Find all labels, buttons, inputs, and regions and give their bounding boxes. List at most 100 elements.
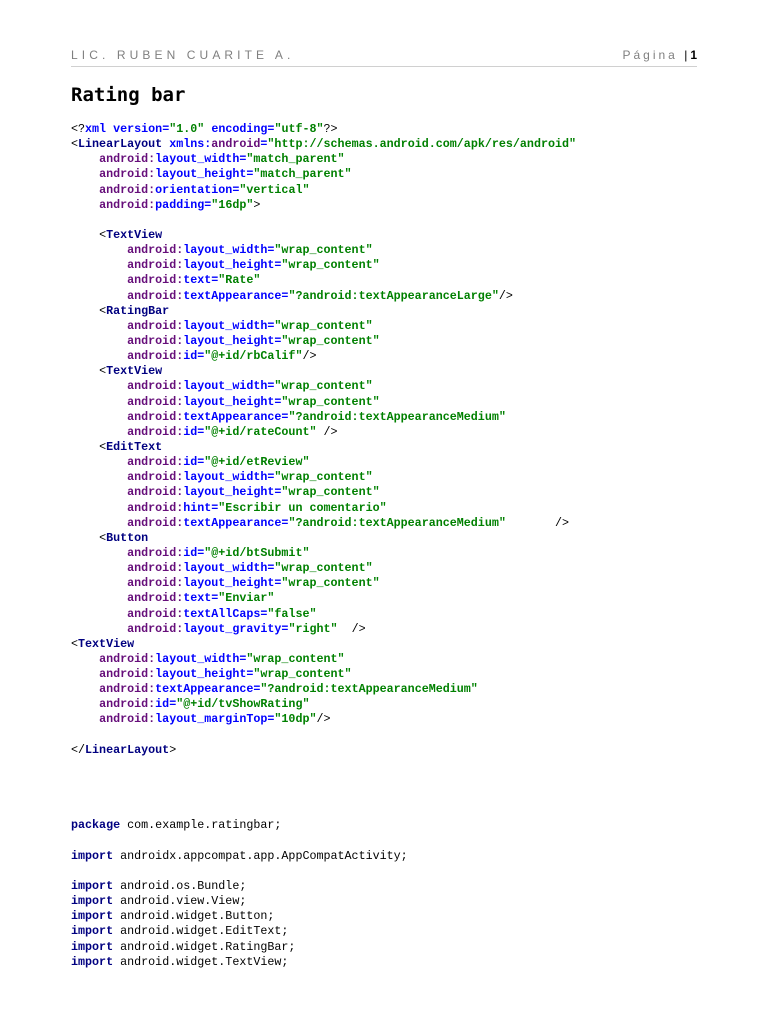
- code-line: android:id="@+id/tvShowRating": [71, 697, 576, 712]
- code-line: import android.view.View;: [71, 894, 576, 909]
- code-attr: textAppearance: [155, 682, 254, 697]
- code-value: "match_parent": [253, 167, 352, 182]
- code-namespace: android:: [99, 152, 156, 167]
- code-value: "10dp": [274, 712, 317, 727]
- code-namespace: android:: [127, 515, 184, 530]
- code-punct: />: [351, 621, 366, 636]
- code-tag: TextView: [106, 227, 163, 242]
- code-text: android.widget.EditText;: [113, 924, 289, 939]
- code-namespace: android:: [99, 667, 156, 682]
- code-attr: layout_width: [183, 243, 268, 258]
- code-text: android.view.View;: [113, 894, 247, 909]
- code-namespace: android:: [127, 409, 184, 424]
- code-line: <EditText: [71, 440, 576, 455]
- code-namespace: android:: [127, 424, 184, 439]
- code-value: "right": [288, 621, 338, 636]
- code-line: android:layout_gravity="right" />: [71, 622, 576, 637]
- code-namespace: android:: [99, 167, 156, 182]
- code-punct: />: [316, 712, 331, 727]
- code-attr: id: [155, 697, 170, 712]
- code-value: "wrap_content": [274, 561, 373, 576]
- code-line: <Button: [71, 531, 576, 546]
- code-value: "match_parent": [246, 152, 345, 167]
- code-value: "@+id/rateCount": [204, 424, 317, 439]
- code-line: <RatingBar: [71, 304, 576, 319]
- code-namespace: android:: [127, 485, 184, 500]
- code-namespace: android:: [127, 333, 184, 348]
- code-line: android:layout_height="wrap_content": [71, 576, 576, 591]
- code-punct: >: [253, 197, 261, 212]
- code-line: android:id="@+id/rbCalif"/>: [71, 349, 576, 364]
- code-attr: textAllCaps: [183, 606, 261, 621]
- code-punct: ?>: [323, 122, 338, 136]
- code-line: android:text="Enviar": [71, 591, 576, 606]
- code-line: android:layout_height="wrap_content": [71, 258, 576, 273]
- code-keyword: import: [71, 848, 114, 863]
- code-line: android:orientation="vertical": [71, 183, 576, 198]
- code-namespace: android:: [127, 621, 184, 636]
- code-text: android.widget.TextView;: [113, 954, 289, 969]
- page-number: 1: [690, 48, 697, 62]
- code-tag: EditText: [106, 439, 163, 454]
- code-attr: layout_height: [183, 333, 275, 348]
- code-line: android:layout_height="wrap_content": [71, 667, 576, 682]
- code-keyword: import: [71, 924, 114, 939]
- code-line: android:layout_width="match_parent": [71, 152, 576, 167]
- code-line: android:textAppearance="?android:textApp…: [71, 289, 576, 304]
- code-line: android:layout_height="wrap_content": [71, 485, 576, 500]
- code-attr: layout_height: [183, 394, 275, 409]
- code-value: "http://schemas.android.com/apk/res/andr…: [267, 137, 577, 152]
- code-line: import android.os.Bundle;: [71, 879, 576, 894]
- code-namespace: android:: [127, 318, 184, 333]
- code-line: import androidx.appcompat.app.AppCompatA…: [71, 849, 576, 864]
- code-attr: layout_width: [183, 318, 268, 333]
- code-line: <TextView: [71, 637, 576, 652]
- code-value: "wrap_content": [246, 651, 345, 666]
- code-attr: layout_height: [155, 667, 247, 682]
- code-value: "Escribir un comentario": [218, 500, 387, 515]
- code-value: "?android:textAppearanceMedium": [260, 682, 478, 697]
- header-separator: |: [684, 48, 688, 62]
- code-value: "wrap_content": [274, 243, 373, 258]
- code-line: android:textAppearance="?android:textApp…: [71, 516, 576, 531]
- code-attr: xmlns:: [169, 137, 212, 152]
- code-namespace: android:: [127, 545, 184, 560]
- code-attr: encoding: [211, 122, 268, 136]
- code-namespace: android:: [127, 273, 184, 288]
- code-line: android:textAppearance="?android:textApp…: [71, 682, 576, 697]
- code-namespace: android:: [127, 606, 184, 621]
- code-namespace: android:: [127, 379, 184, 394]
- code-namespace: android:: [127, 243, 184, 258]
- code-namespace: android:: [127, 455, 184, 470]
- code-namespace: android:: [99, 197, 156, 212]
- code-line: android:layout_marginTop="10dp"/>: [71, 712, 576, 727]
- code-punct: <: [71, 137, 79, 152]
- code-tag: LinearLayout: [85, 742, 170, 757]
- code-line: android:layout_width="wrap_content": [71, 470, 576, 485]
- code-line: android:layout_height="wrap_content": [71, 334, 576, 349]
- code-line: android:layout_height="wrap_content": [71, 395, 576, 410]
- code-tag: TextView: [106, 364, 163, 379]
- code-attr: textAppearance: [183, 515, 282, 530]
- code-attr: text: [183, 591, 212, 606]
- code-line: android:id="@+id/etReview": [71, 455, 576, 470]
- code-attr: textAppearance: [183, 409, 282, 424]
- code-value: "1.0": [169, 122, 205, 136]
- code-attr: layout_width: [155, 651, 240, 666]
- code-line: android:layout_width="wrap_content": [71, 561, 576, 576]
- code-punct: />: [554, 515, 570, 530]
- code-text: androidx.appcompat.app.AppCompatActivity…: [113, 848, 408, 863]
- code-value: "utf-8": [274, 122, 324, 136]
- header-author: LIC. RUBEN CUARITE A.: [71, 48, 295, 62]
- code-punct: <?: [71, 122, 86, 136]
- code-attr: layout_height: [183, 485, 275, 500]
- code-value: "wrap_content": [281, 485, 380, 500]
- code-value: "?android:textAppearanceLarge": [288, 288, 499, 303]
- code-value: "false": [267, 606, 317, 621]
